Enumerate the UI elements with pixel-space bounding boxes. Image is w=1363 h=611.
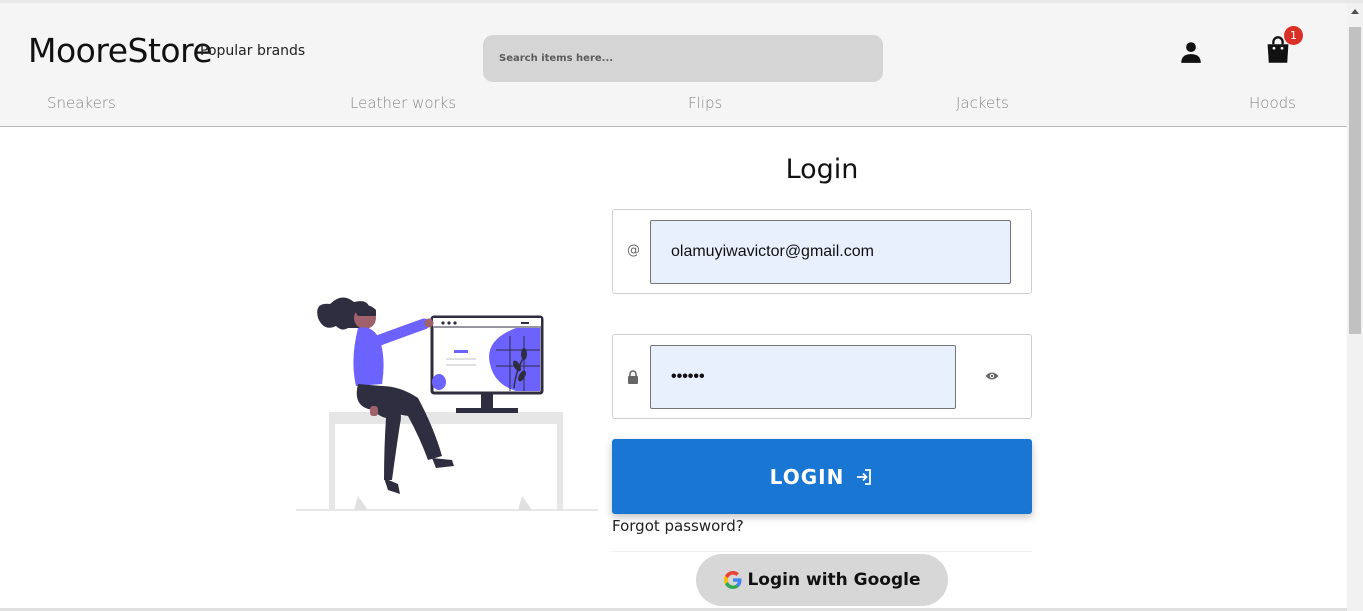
scroll-up-arrow[interactable] bbox=[1351, 9, 1359, 14]
at-icon: @ bbox=[627, 243, 640, 258]
person-icon[interactable] bbox=[1178, 39, 1204, 65]
nav-item-flips[interactable]: Flips bbox=[688, 94, 722, 112]
search-input[interactable] bbox=[483, 35, 883, 82]
forgot-password-link[interactable]: Forgot password? bbox=[612, 517, 744, 535]
nav-item-sneakers[interactable]: Sneakers bbox=[47, 94, 116, 112]
nav-item-jackets[interactable]: Jackets bbox=[956, 94, 1009, 112]
category-nav: Sneakers Leather works Flips Jackets Hoo… bbox=[0, 94, 1347, 127]
login-button-label: LOGIN bbox=[769, 464, 845, 489]
nav-item-hoods[interactable]: Hoods bbox=[1249, 94, 1296, 112]
email-field-box: @ bbox=[612, 209, 1032, 294]
google-icon bbox=[724, 571, 743, 589]
login-illustration bbox=[296, 297, 598, 511]
nav-item-leather-works[interactable]: Leather works bbox=[350, 94, 456, 112]
popular-brands-link[interactable]: Popular brands bbox=[200, 43, 305, 59]
eye-icon[interactable] bbox=[985, 371, 999, 381]
scroll-thumb[interactable] bbox=[1349, 27, 1361, 334]
login-title: Login bbox=[785, 154, 859, 185]
password-field-box bbox=[612, 334, 1032, 419]
google-login-label: Login with Google bbox=[747, 570, 921, 590]
lock-icon bbox=[628, 370, 638, 384]
logo[interactable]: MooreStore bbox=[28, 31, 213, 70]
page: MooreStore Popular brands 1 Sneakers Lea… bbox=[0, 0, 1363, 611]
login-arrow-icon bbox=[857, 468, 872, 485]
divider bbox=[612, 551, 1032, 552]
email-field[interactable] bbox=[650, 220, 1011, 284]
cart-count-badge: 1 bbox=[1284, 26, 1303, 45]
google-login-button[interactable]: Login with Google bbox=[696, 554, 948, 606]
scrollbar[interactable] bbox=[1347, 3, 1363, 611]
password-field[interactable] bbox=[650, 345, 956, 409]
login-button[interactable]: LOGIN bbox=[612, 439, 1032, 514]
header: MooreStore Popular brands 1 bbox=[0, 3, 1347, 94]
